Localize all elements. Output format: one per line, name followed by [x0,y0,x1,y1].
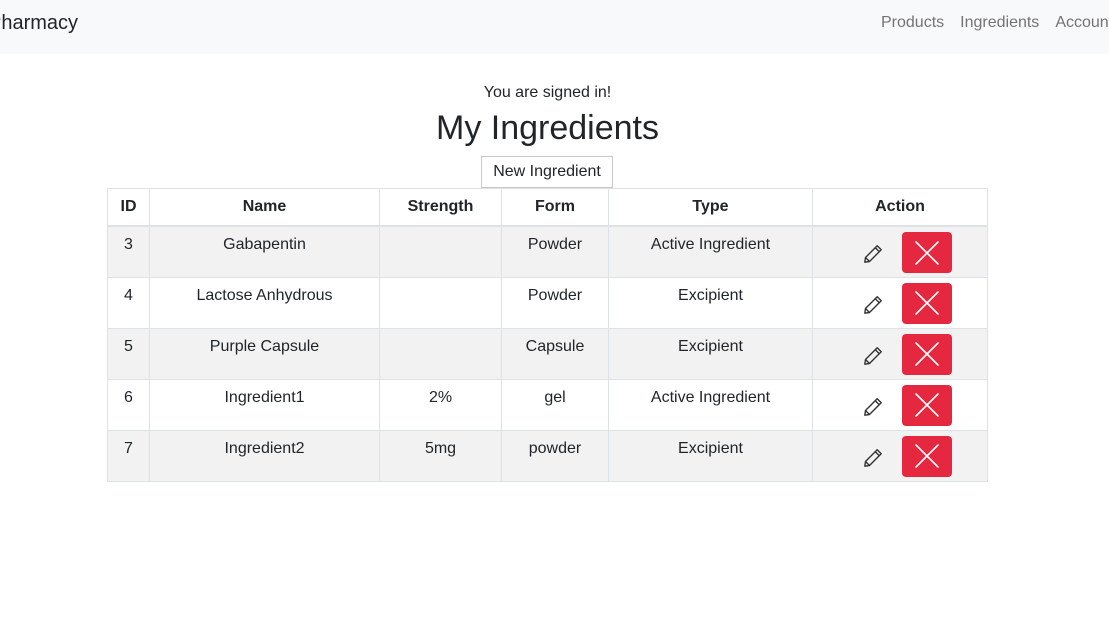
cell-form: gel [501,378,609,431]
column-header-id: ID [107,188,150,227]
ingredients-table: ID Name Strength Form Type Action 3 Gabap… [107,188,988,482]
cell-type: Excipient [608,429,813,482]
table-row: 6 Ingredient1 2% gel Active Ingredient [107,378,988,431]
column-header-action: Action [812,188,988,227]
edit-button[interactable] [862,396,884,418]
cell-action [812,378,988,431]
nav-link-products[interactable]: Products [881,13,944,33]
table-header-row: ID Name Strength Form Type Action [107,188,988,227]
cell-form: Powder [501,276,609,329]
cell-id: 7 [107,429,150,482]
delete-button[interactable] [902,282,952,324]
nav-link-ingredients[interactable]: Ingredients [960,13,1039,33]
delete-button[interactable] [902,333,952,375]
cell-action [812,327,988,380]
close-icon [902,290,952,316]
new-ingredient-button[interactable]: New Ingredient [481,156,613,188]
column-header-strength: Strength [379,188,502,227]
close-icon [902,341,952,367]
delete-button[interactable] [902,435,952,477]
close-icon [902,392,952,418]
close-icon [902,443,952,469]
cell-type: Active Ingredient [608,378,813,431]
nav-links: Products Ingredients Account [881,13,1109,33]
cell-name: Ingredient2 [149,429,380,482]
close-icon [902,240,952,266]
cell-form: Capsule [501,327,609,380]
cell-type: Excipient [608,276,813,329]
cell-form: powder [501,429,609,482]
edit-button[interactable] [862,243,884,265]
cell-name: Purple Capsule [149,327,380,380]
edit-button[interactable] [862,345,884,367]
column-header-name: Name [149,188,380,227]
cell-id: 4 [107,276,150,329]
pencil-icon [862,396,884,418]
page-title: My Ingredients [436,109,659,147]
cell-action [812,276,988,329]
cell-name: Lactose Anhydrous [149,276,380,329]
cell-id: 3 [107,225,150,278]
table-row: 4 Lactose Anhydrous Powder Excipient [107,276,988,329]
column-header-type: Type [608,188,813,227]
signed-in-message: You are signed in! [483,84,612,101]
cell-action [812,429,988,482]
cell-type: Excipient [608,327,813,380]
cell-form: Powder [501,225,609,278]
table-body: 3 Gabapentin Powder Active Ingredient 4 Lacto… [107,225,988,482]
navbar: Pharmacy Products Ingredients Account [0,0,1109,54]
cell-name: Gabapentin [149,225,380,278]
edit-button[interactable] [862,447,884,469]
delete-button[interactable] [902,232,952,273]
cell-name: Ingredient1 [149,378,380,431]
edit-button[interactable] [862,294,884,316]
pencil-icon [862,345,884,367]
table-row: 5 Purple Capsule Capsule Excipient [107,327,988,380]
nav-link-account[interactable]: Account [1055,13,1109,33]
brand-link[interactable]: Pharmacy [0,11,78,35]
pencil-icon [862,243,884,265]
table-row: 3 Gabapentin Powder Active Ingredient [107,225,988,278]
cell-strength [379,225,502,278]
cell-strength [379,276,502,329]
cell-id: 5 [107,327,150,380]
cell-type: Active Ingredient [608,225,813,278]
cell-strength [379,327,502,380]
pencil-icon [862,294,884,316]
pencil-icon [862,447,884,469]
column-header-form: Form [501,188,609,227]
delete-button[interactable] [902,384,952,426]
cell-strength: 5mg [379,429,502,482]
cell-strength: 2% [379,378,502,431]
cell-action [812,225,988,278]
cell-id: 6 [107,378,150,431]
table-row: 7 Ingredient2 5mg powder Excipient [107,429,988,482]
